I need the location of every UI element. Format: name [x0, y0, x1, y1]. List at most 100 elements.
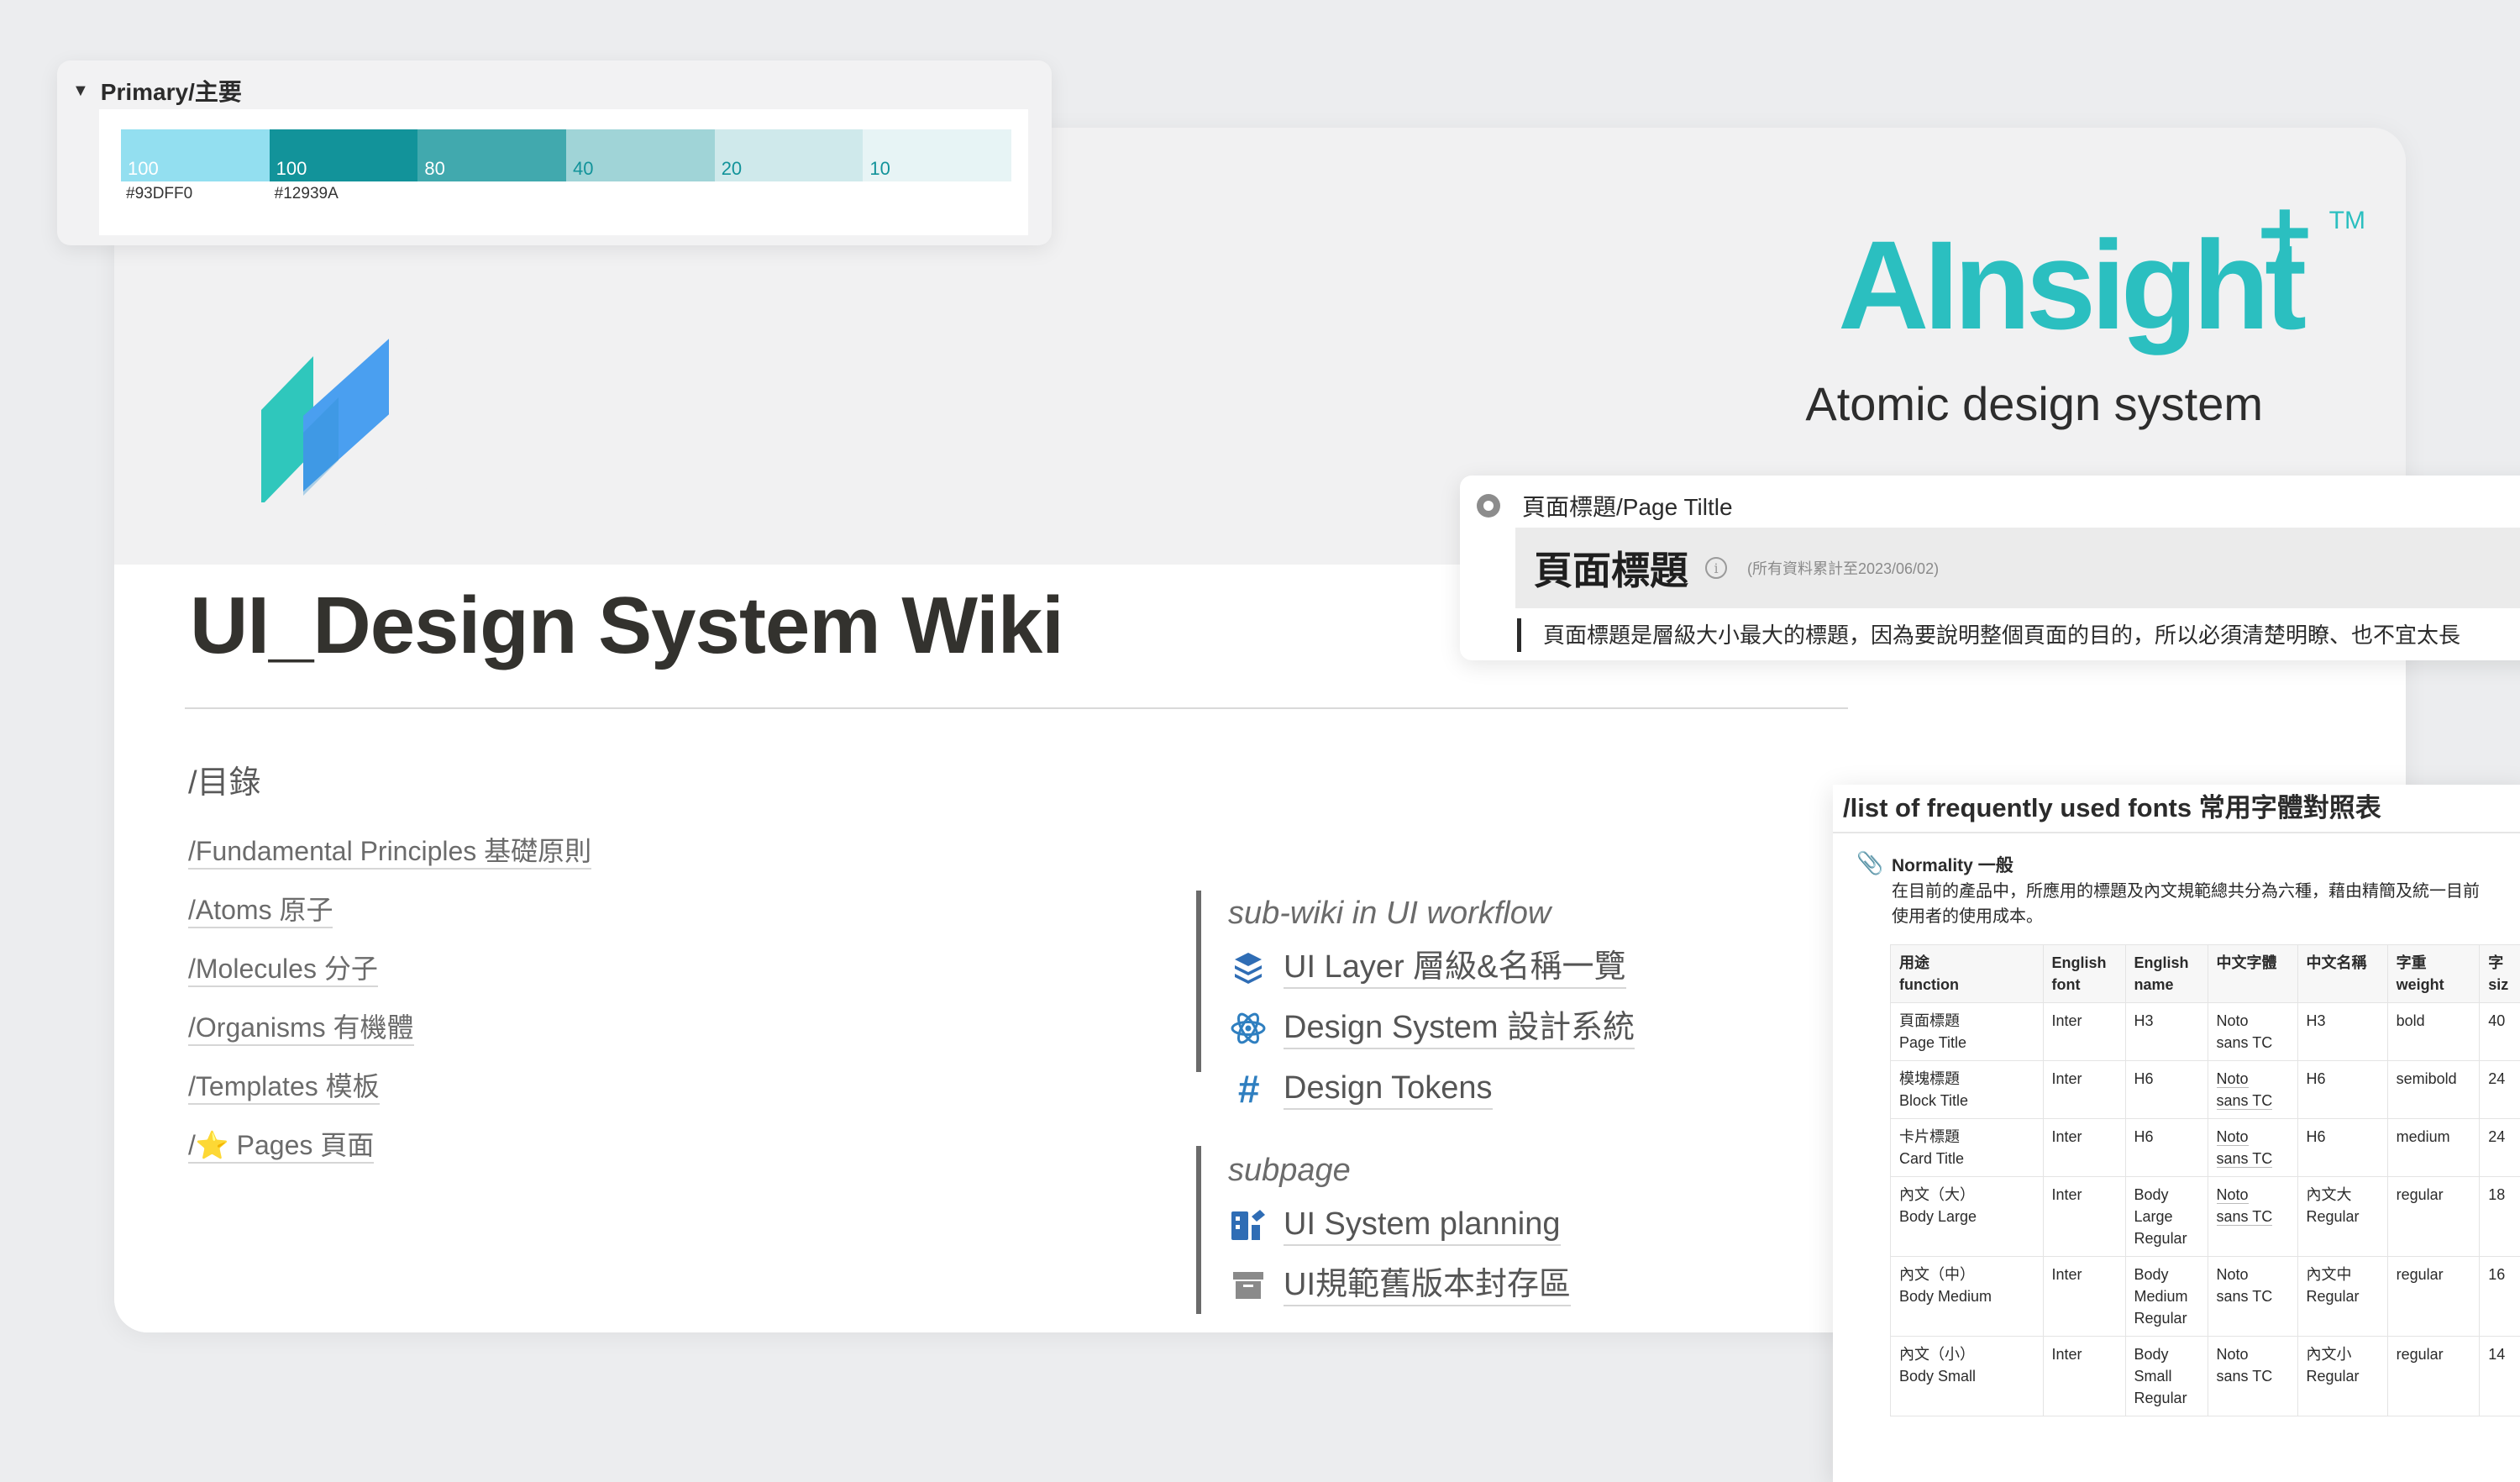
cell-text: Body Small	[1899, 1368, 1976, 1385]
palette-title: Primary/主要	[101, 74, 242, 108]
page-title-sample-text: 頁面標題	[1534, 540, 1688, 596]
table-cell: Inter	[2043, 1061, 2125, 1119]
cell-text: 24	[2488, 1128, 2505, 1145]
table-cell: Noto sans TC	[2208, 1061, 2297, 1119]
page-title-spec-header[interactable]: 頁面標題/Page Tiltle	[1477, 484, 1733, 528]
swatch-value: 10	[869, 158, 890, 180]
cell-text: regular	[2397, 1266, 2444, 1283]
cell-text: 頁面標題	[1899, 1012, 1960, 1029]
header-text: name	[2134, 974, 2199, 996]
plus-icon: +	[2258, 187, 2312, 279]
subpage-link-archive[interactable]: UI規範舊版本封存區	[1228, 1255, 1816, 1316]
subpage-section: subpage UI System planning UI規範舊版本封存區	[1228, 1146, 1816, 1316]
table-header-cell: 中文字體	[2208, 945, 2297, 1003]
layers-icon	[1228, 948, 1268, 988]
cell-text: regular	[2397, 1186, 2444, 1203]
cell-text: Noto	[2217, 1070, 2249, 1088]
fonts-list-panel: /list of frequently used fonts 常用字體對照表 📎…	[1833, 785, 2520, 1482]
cell-text: Noto	[2217, 1186, 2249, 1204]
paperclip-icon: 📎	[1856, 850, 1883, 876]
table-cell: Notosans TC	[2208, 1003, 2297, 1061]
page-title-description: 頁面標題是層級大小最大的標題，因為要說明整個頁面的目的，所以必須清楚明瞭、也不宜…	[1517, 618, 2520, 652]
subpage-label: UI規範舊版本封存區	[1284, 1264, 1571, 1306]
cell-text: Card Title	[1899, 1150, 1964, 1167]
palette-toggle[interactable]: ▼ Primary/主要	[72, 67, 242, 114]
toc-heading: /目錄	[188, 756, 944, 805]
toc-link-molecules[interactable]: /Molecules 分子	[188, 948, 944, 1006]
data-date-note: (所有資料累計至2023/06/02)	[1747, 557, 1939, 579]
table-row: 內文（小）Body SmallInterBodySmallRegularNoto…	[1891, 1337, 2520, 1416]
subwiki-quote-bar	[1196, 891, 1201, 1072]
subwiki-link-design-system[interactable]: Design System 設計系統	[1228, 998, 1816, 1059]
cell-text: Regular	[2307, 1208, 2360, 1225]
radio-icon[interactable]	[1477, 494, 1500, 518]
cell-text: Regular	[2134, 1390, 2187, 1406]
table-cell: Notosans TC	[2208, 1337, 2297, 1416]
info-icon[interactable]: i	[1705, 557, 1727, 579]
table-cell: 內文（大）Body Large	[1891, 1177, 2044, 1257]
cell-text: 18	[2488, 1186, 2505, 1203]
table-cell: 內文小 Regular	[2297, 1337, 2387, 1416]
toc-link-label: /Atoms 原子	[188, 895, 333, 928]
toc-link-templates[interactable]: /Templates 模板	[188, 1065, 944, 1124]
header-text: function	[1899, 974, 2034, 996]
cell-text: Noto	[2217, 1128, 2249, 1146]
table-cell: medium	[2387, 1119, 2480, 1177]
cell-text: Noto	[2217, 1346, 2249, 1363]
page-title-spec-label: 頁面標題/Page Tiltle	[1522, 489, 1733, 523]
table-cell: Inter	[2043, 1257, 2125, 1337]
planning-icon	[1228, 1205, 1268, 1245]
table-cell: Inter	[2043, 1337, 2125, 1416]
toc-link-organisms[interactable]: /Organisms 有機體	[188, 1006, 944, 1065]
table-cell: BodyMediumRegular	[2125, 1257, 2208, 1337]
color-swatch[interactable]: 80	[417, 129, 566, 181]
color-swatch[interactable]: 20	[715, 129, 864, 181]
toc-link-pages[interactable]: /⭐ Pages 頁面	[188, 1124, 944, 1183]
color-swatch[interactable]: 100#12939A	[270, 129, 418, 181]
table-cell: semibold	[2387, 1061, 2480, 1119]
cell-text: Medium	[2134, 1288, 2188, 1305]
subwiki-link-design-tokens[interactable]: # Design Tokens	[1228, 1059, 1816, 1119]
subwiki-link-ui-layer[interactable]: UI Layer 層級&名稱一覽	[1228, 938, 1816, 998]
color-swatch[interactable]: 40	[566, 129, 715, 181]
cell-text: 14	[2488, 1346, 2505, 1363]
page-title-spec-panel: 頁面標題/Page Tiltle 頁面標題 i (所有資料累計至2023/06/…	[1460, 476, 2520, 660]
cell-text: Inter	[2052, 1012, 2082, 1029]
cell-text: Regular	[2307, 1368, 2360, 1385]
color-swatch[interactable]: 100#93DFF0	[121, 129, 270, 181]
cell-text: sans TC	[2217, 1150, 2273, 1168]
toc-link-atoms[interactable]: /Atoms 原子	[188, 889, 944, 948]
table-cell: Inter	[2043, 1119, 2125, 1177]
cell-text: Body Large	[1899, 1208, 1977, 1225]
table-header-cell: 中文名稱	[2297, 945, 2387, 1003]
table-cell: 18	[2480, 1177, 2520, 1257]
table-cell: Notosans TC	[2208, 1257, 2297, 1337]
header-text: 字重	[2397, 952, 2471, 974]
cell-text: 40	[2488, 1012, 2505, 1029]
cell-text: Noto	[2217, 1012, 2249, 1029]
color-swatch[interactable]: 10	[863, 129, 1011, 181]
cell-text: Block Title	[1899, 1092, 1968, 1109]
table-of-contents: /目錄 /Fundamental Principles 基礎原則 /Atoms …	[188, 756, 944, 1183]
subpage-quote-bar	[1196, 1146, 1201, 1314]
toc-link-fundamental-principles[interactable]: /Fundamental Principles 基礎原則	[188, 830, 944, 889]
toc-link-label: /Organisms 有機體	[188, 1012, 414, 1046]
header-text: 中文字體	[2217, 952, 2289, 974]
hashtag-icon: #	[1228, 1069, 1268, 1109]
brand-subtitle: Atomic design system	[1805, 376, 2263, 431]
subpage-heading: subpage	[1228, 1146, 1816, 1195]
normality-description-line: 在目前的產品中，所應用的標題及內文規範總共分為六種，藉由精簡及統一目前	[1892, 879, 2520, 904]
header-text: 字	[2488, 952, 2520, 974]
header-text: English	[2052, 952, 2117, 974]
table-cell: regular	[2387, 1337, 2480, 1416]
cell-text: Inter	[2052, 1186, 2082, 1203]
table-cell: Inter	[2043, 1177, 2125, 1257]
subpage-link-ui-system-planning[interactable]: UI System planning	[1228, 1195, 1816, 1255]
cell-text: 內文小	[2307, 1346, 2352, 1363]
swatch-value: 20	[722, 158, 742, 180]
header-text: siz	[2488, 974, 2520, 996]
table-cell: bold	[2387, 1003, 2480, 1061]
cell-text: sans TC	[2217, 1092, 2273, 1110]
table-cell: H6	[2297, 1119, 2387, 1177]
cell-text: bold	[2397, 1012, 2425, 1029]
